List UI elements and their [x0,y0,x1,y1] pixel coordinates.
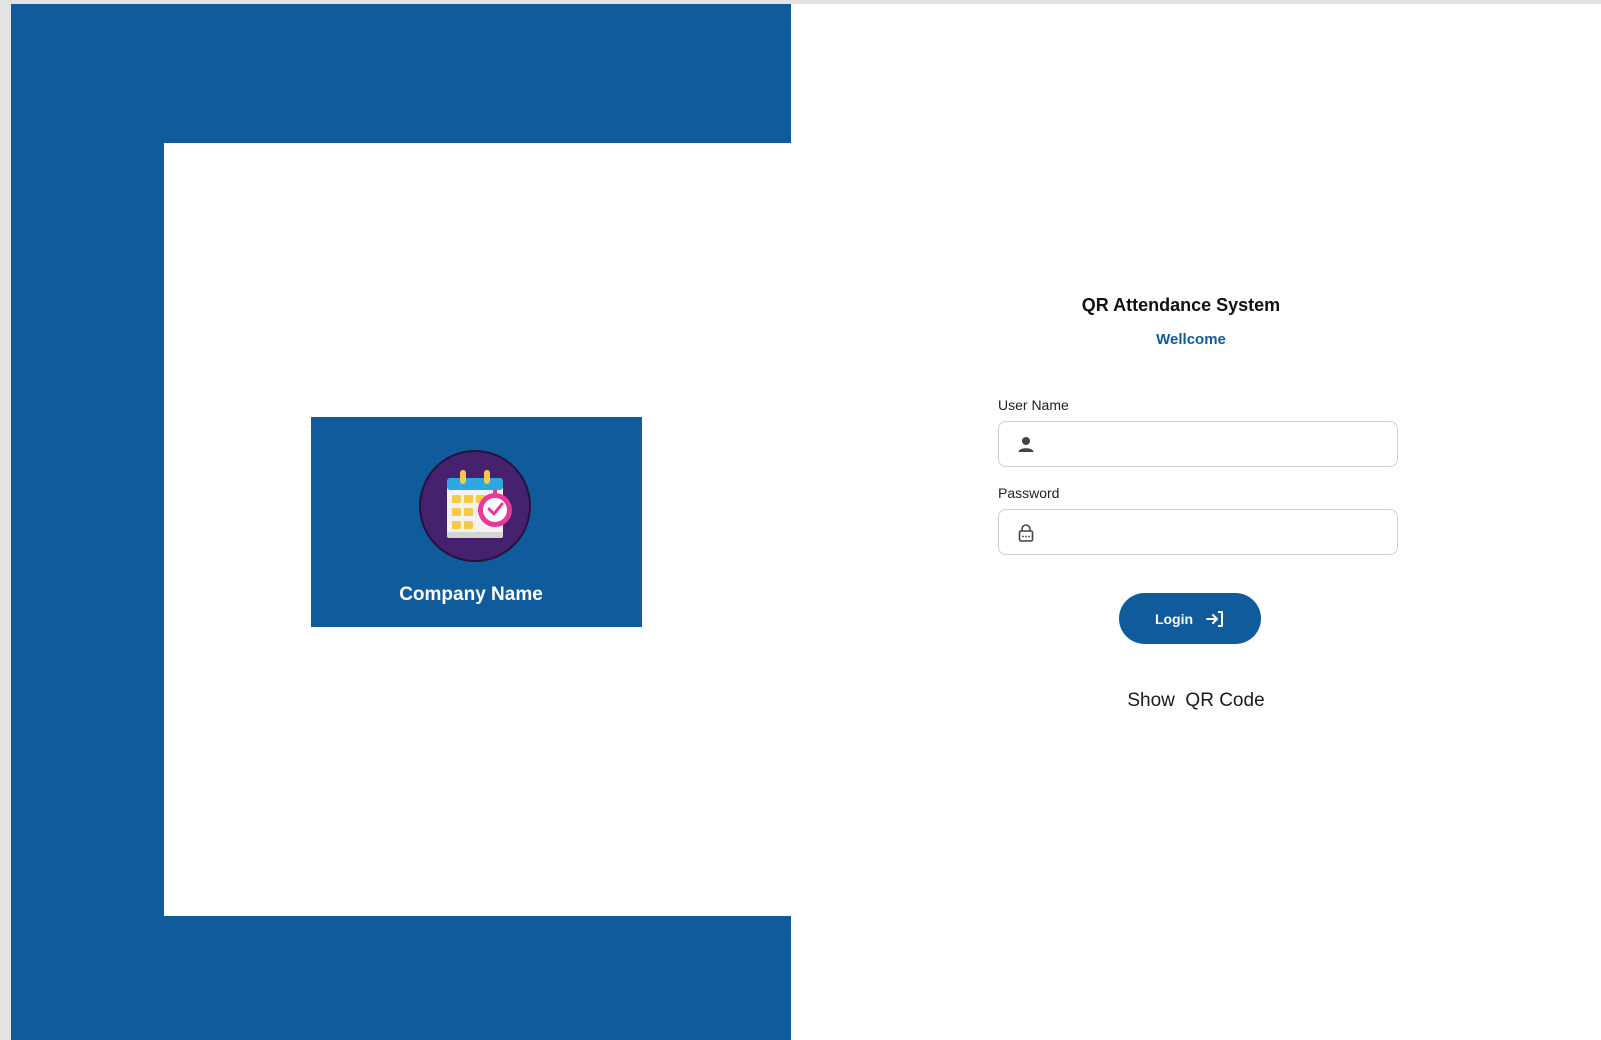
username-field[interactable] [998,421,1398,467]
lock-icon [1018,524,1034,542]
login-button-label: Login [1154,610,1194,627]
password-field[interactable] [998,509,1398,555]
app-title: QR Attendance System [1081,295,1281,315]
password-input[interactable] [1047,511,1391,555]
welcome-text: Wellcome [1156,331,1226,348]
sign-in-icon [1206,610,1224,627]
password-label: Password [998,485,1060,501]
login-button[interactable]: Login [1119,593,1261,644]
brand-frame-bottom [11,916,791,1040]
calendar-clock-icon [419,450,531,562]
brand-frame-left [11,143,164,916]
username-input[interactable] [1047,423,1391,467]
username-label: User Name [998,397,1069,413]
show-qr-code-link[interactable]: Show QR Code [1111,690,1281,712]
company-logo-card: Company Name [311,417,642,627]
login-page: Company Name QR Attendance System Wellco… [11,4,1601,1040]
company-name: Company Name [399,584,543,605]
user-icon [1018,437,1034,452]
brand-frame-top [11,4,791,143]
